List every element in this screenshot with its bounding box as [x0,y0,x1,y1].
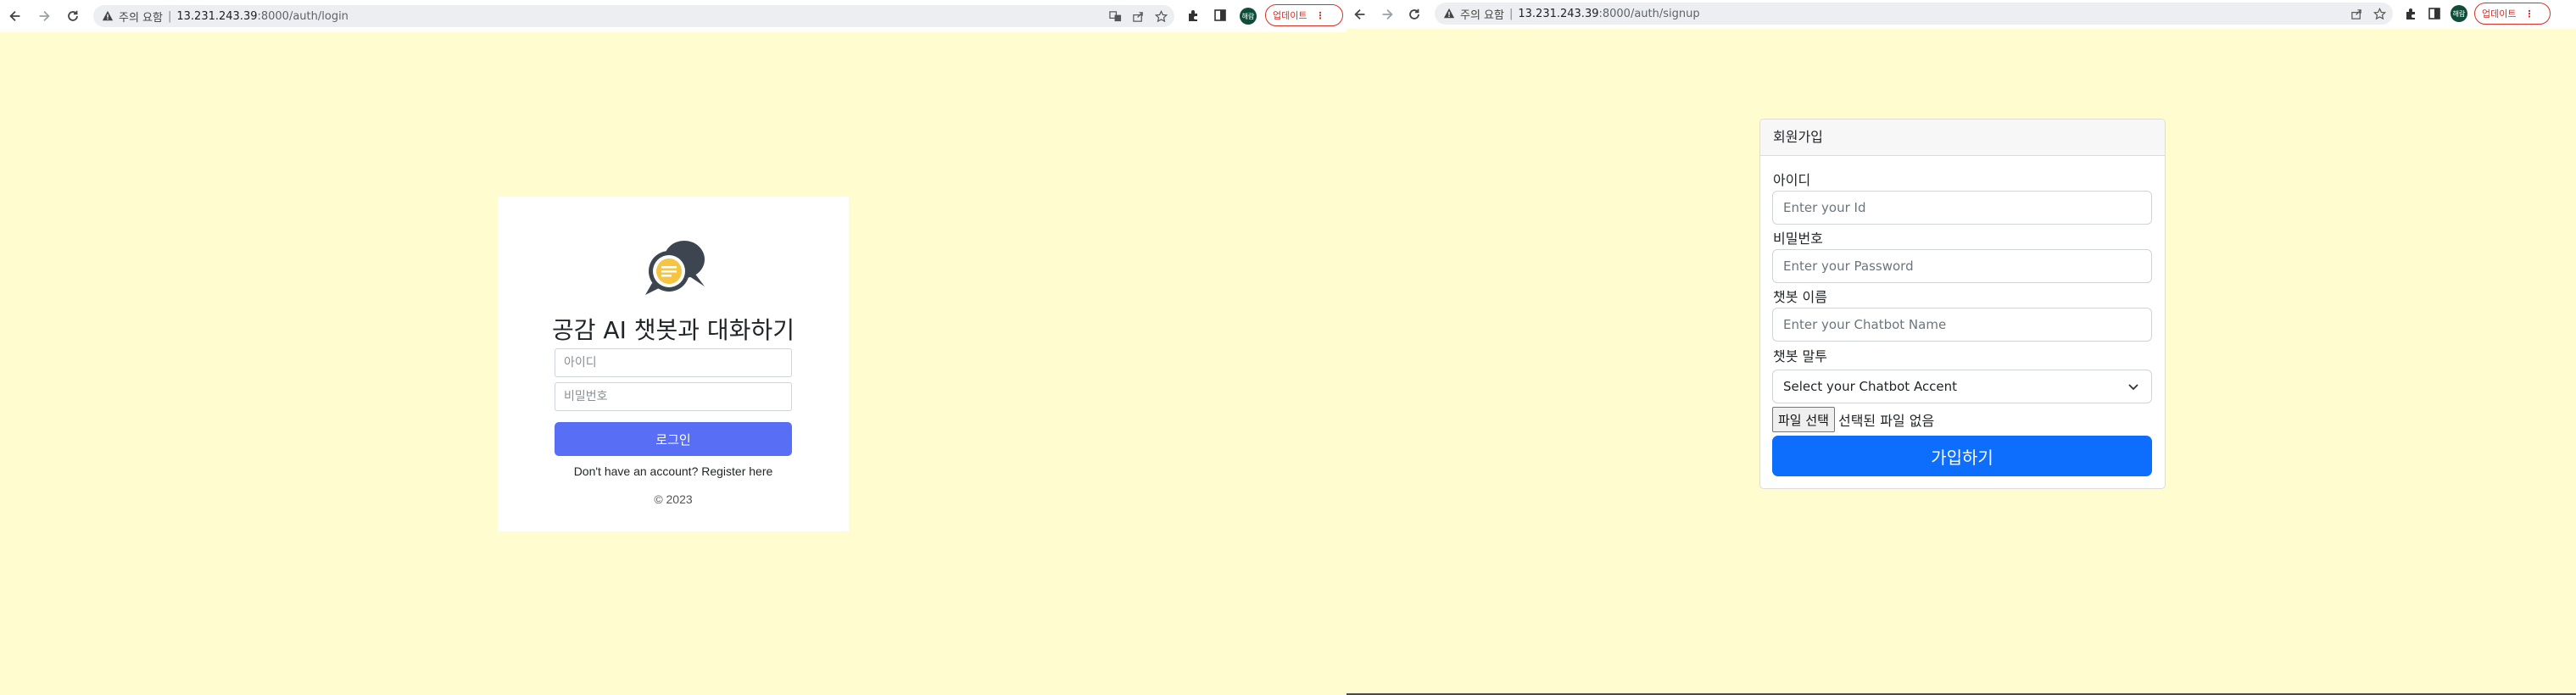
signup-window: 주의 요함 | 13.231.243.39:8000/auth/signup 해… [1347,0,2576,695]
security-warning-text: 주의 요함 [1460,8,1504,22]
address-bar-actions [2350,3,2386,25]
browser-toolbar: 주의 요함 | 13.231.243.39:8000/auth/signup 해… [1347,0,2576,29]
accent-selected-value: Select your Chatbot Accent [1783,379,1958,394]
share-icon[interactable] [1132,10,1145,23]
login-card: 공감 AI 챗봇과 대화하기 로그인 Don't have an account… [498,197,849,531]
update-button[interactable]: 업데이트 ⋮ [1265,4,1343,26]
address-bar-actions [1109,5,1168,27]
chatbot-name-label: 챗봇 이름 [1773,289,1827,305]
warning-icon [102,10,114,21]
bookmark-star-icon[interactable] [2373,7,2386,20]
forward-arrow-icon[interactable] [1375,3,1399,26]
url-path: :8000/auth/signup [1598,7,1700,20]
update-label: 업데이트 [2482,8,2517,19]
signup-submit-button[interactable]: 가입하기 [1772,436,2152,476]
file-status-text: 선택된 파일 없음 [1837,413,1935,429]
login-id-input[interactable] [555,348,792,377]
password-label: 비밀번호 [1773,231,1823,247]
signup-id-input[interactable] [1772,191,2152,225]
url-host: 13.231.243.39 [1518,7,1599,20]
accent-select[interactable]: Select your Chatbot Accent [1772,370,2152,403]
bookmark-star-icon[interactable] [1155,9,1168,23]
side-panel-icon[interactable] [2427,6,2442,21]
update-button[interactable]: 업데이트 ⋮ [2474,3,2551,25]
file-upload-row: 파일 선택 선택된 파일 없음 [1772,406,1934,433]
id-label: 아이디 [1773,172,1811,188]
update-label: 업데이트 [1273,10,1308,21]
url-path: :8000/auth/login [257,9,348,23]
login-button[interactable]: 로그인 [555,422,792,456]
side-panel-icon[interactable] [1213,8,1228,23]
more-menu-icon: ⋮ [1315,9,1325,21]
login-window: 주의 요함 | 13.231.243.39:8000/auth/login 해람… [0,0,1347,695]
url-host: 13.231.243.39 [176,9,258,23]
extensions-icon[interactable] [1185,8,1201,23]
extensions-icon[interactable] [2403,6,2418,21]
separator: | [1508,7,1514,20]
more-menu-icon: ⋮ [2524,8,2534,19]
file-select-button[interactable]: 파일 선택 [1772,407,1835,432]
signup-card: 회원가입 아이디 비밀번호 챗봇 이름 챗봇 말투 Select your Ch… [1759,119,2166,489]
accent-label: 챗봇 말투 [1773,348,1827,364]
chat-bubbles-logo-icon [645,241,705,295]
browser-toolbar: 주의 요함 | 13.231.243.39:8000/auth/login 해람… [0,0,1347,32]
address-bar[interactable]: 주의 요함 | 13.231.243.39:8000/auth/login [93,5,1174,27]
reload-icon[interactable] [1402,3,1426,26]
profile-avatar[interactable]: 해람 [2451,5,2467,22]
warning-icon [1443,8,1455,19]
forward-arrow-icon[interactable] [32,4,56,28]
signup-password-input[interactable] [1772,249,2152,283]
back-arrow-icon[interactable] [3,4,27,28]
security-warning-text: 주의 요함 [119,11,163,25]
signup-header: 회원가입 [1760,120,2165,156]
copyright-text: © 2023 [654,492,693,506]
translate-icon[interactable] [1109,10,1122,23]
separator: | [167,9,172,23]
register-link[interactable]: Don't have an account? Register here [498,464,849,478]
chatbot-name-input[interactable] [1772,308,2152,342]
chevron-down-icon [2128,384,2138,391]
share-icon[interactable] [2350,8,2363,20]
reload-icon[interactable] [61,4,85,28]
back-arrow-icon[interactable] [1348,3,1372,26]
login-password-input[interactable] [555,382,792,411]
profile-avatar[interactable]: 해람 [1240,8,1257,25]
login-title: 공감 AI 챗봇과 대화하기 [552,316,795,344]
address-bar[interactable]: 주의 요함 | 13.231.243.39:8000/auth/signup [1435,3,2393,25]
